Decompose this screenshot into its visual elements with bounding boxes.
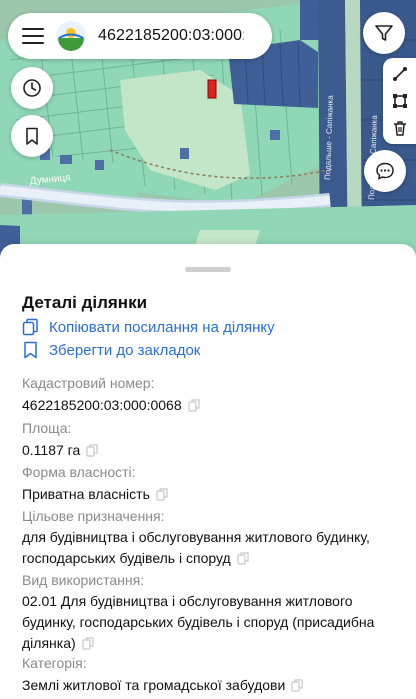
ownership-label: Форма власності: xyxy=(22,464,136,480)
search-input[interactable]: 4622185200:03:000:00 xyxy=(98,27,244,45)
map-tools xyxy=(383,58,416,144)
cadastral-number-label: Кадастровий номер: xyxy=(22,375,155,391)
parcel-block-blue-2 xyxy=(300,0,320,40)
usage-type-value: 02.01 Для будівництва і обслуговування ж… xyxy=(22,593,375,651)
trash-button[interactable] xyxy=(383,115,416,141)
search-bar[interactable]: 4622185200:03:000:00 xyxy=(8,13,272,59)
copy-icon xyxy=(22,318,38,336)
area-icon xyxy=(392,93,407,108)
area-row: 0.1187 га xyxy=(22,440,392,461)
clock-icon xyxy=(23,79,41,97)
purpose-label: Цільове призначення: xyxy=(22,508,165,524)
trash-icon xyxy=(393,121,406,137)
ruler-icon xyxy=(392,66,407,81)
copy-icon[interactable] xyxy=(86,444,98,457)
category-row: Землі житлової та громадської забудови xyxy=(22,675,392,696)
bookmark-button[interactable] xyxy=(11,115,53,157)
purpose-row: для будівництва і обслуговування житлово… xyxy=(22,527,392,569)
bookmark-icon xyxy=(24,341,37,359)
copy-link-label: Копіювати посилання на ділянку xyxy=(49,318,275,336)
history-button[interactable] xyxy=(11,67,53,109)
area-label: Площа: xyxy=(22,420,72,436)
sheet-drag-handle[interactable] xyxy=(185,267,231,272)
hamburger-icon[interactable] xyxy=(22,28,44,44)
copy-icon[interactable] xyxy=(156,488,168,501)
copy-icon[interactable] xyxy=(188,399,200,412)
app-logo xyxy=(56,21,86,51)
save-bookmark-label: Зберегти до закладок xyxy=(49,341,201,359)
ownership-row: Приватна власність xyxy=(22,484,392,505)
sheet-title: Деталі ділянки xyxy=(22,293,148,312)
ruler-button[interactable] xyxy=(383,61,416,87)
bookmark-icon xyxy=(26,127,38,145)
chat-icon xyxy=(376,162,394,180)
purpose-value: для будівництва і обслуговування житлово… xyxy=(22,529,370,566)
area-button[interactable] xyxy=(383,88,416,114)
usage-type-label: Вид використання: xyxy=(22,572,145,588)
filter-button[interactable] xyxy=(363,12,405,54)
copy-icon[interactable] xyxy=(237,552,249,565)
cadastral-number-value: 4622185200:03:000:0068 xyxy=(22,397,182,413)
chat-button[interactable] xyxy=(364,150,406,192)
copy-link-button[interactable]: Копіювати посилання на ділянку xyxy=(22,318,275,336)
selected-parcel[interactable] xyxy=(207,79,217,99)
filter-icon xyxy=(375,25,393,41)
save-bookmark-button[interactable]: Зберегти до закладок xyxy=(22,341,200,359)
ownership-value: Приватна власність xyxy=(22,486,150,502)
category-value: Землі житлової та громадської забудови xyxy=(22,677,286,693)
category-label: Категорія: xyxy=(22,655,87,671)
parcel-details-sheet: Деталі ділянки Копіювати посилання на ді… xyxy=(0,244,416,699)
usage-type-row: 02.01 Для будівництва і обслуговування ж… xyxy=(22,591,392,654)
copy-icon[interactable] xyxy=(291,679,303,692)
copy-icon[interactable] xyxy=(82,637,94,650)
cadastral-number-row: 4622185200:03:000:0068 xyxy=(22,395,392,416)
area-value: 0.1187 га xyxy=(22,442,81,458)
